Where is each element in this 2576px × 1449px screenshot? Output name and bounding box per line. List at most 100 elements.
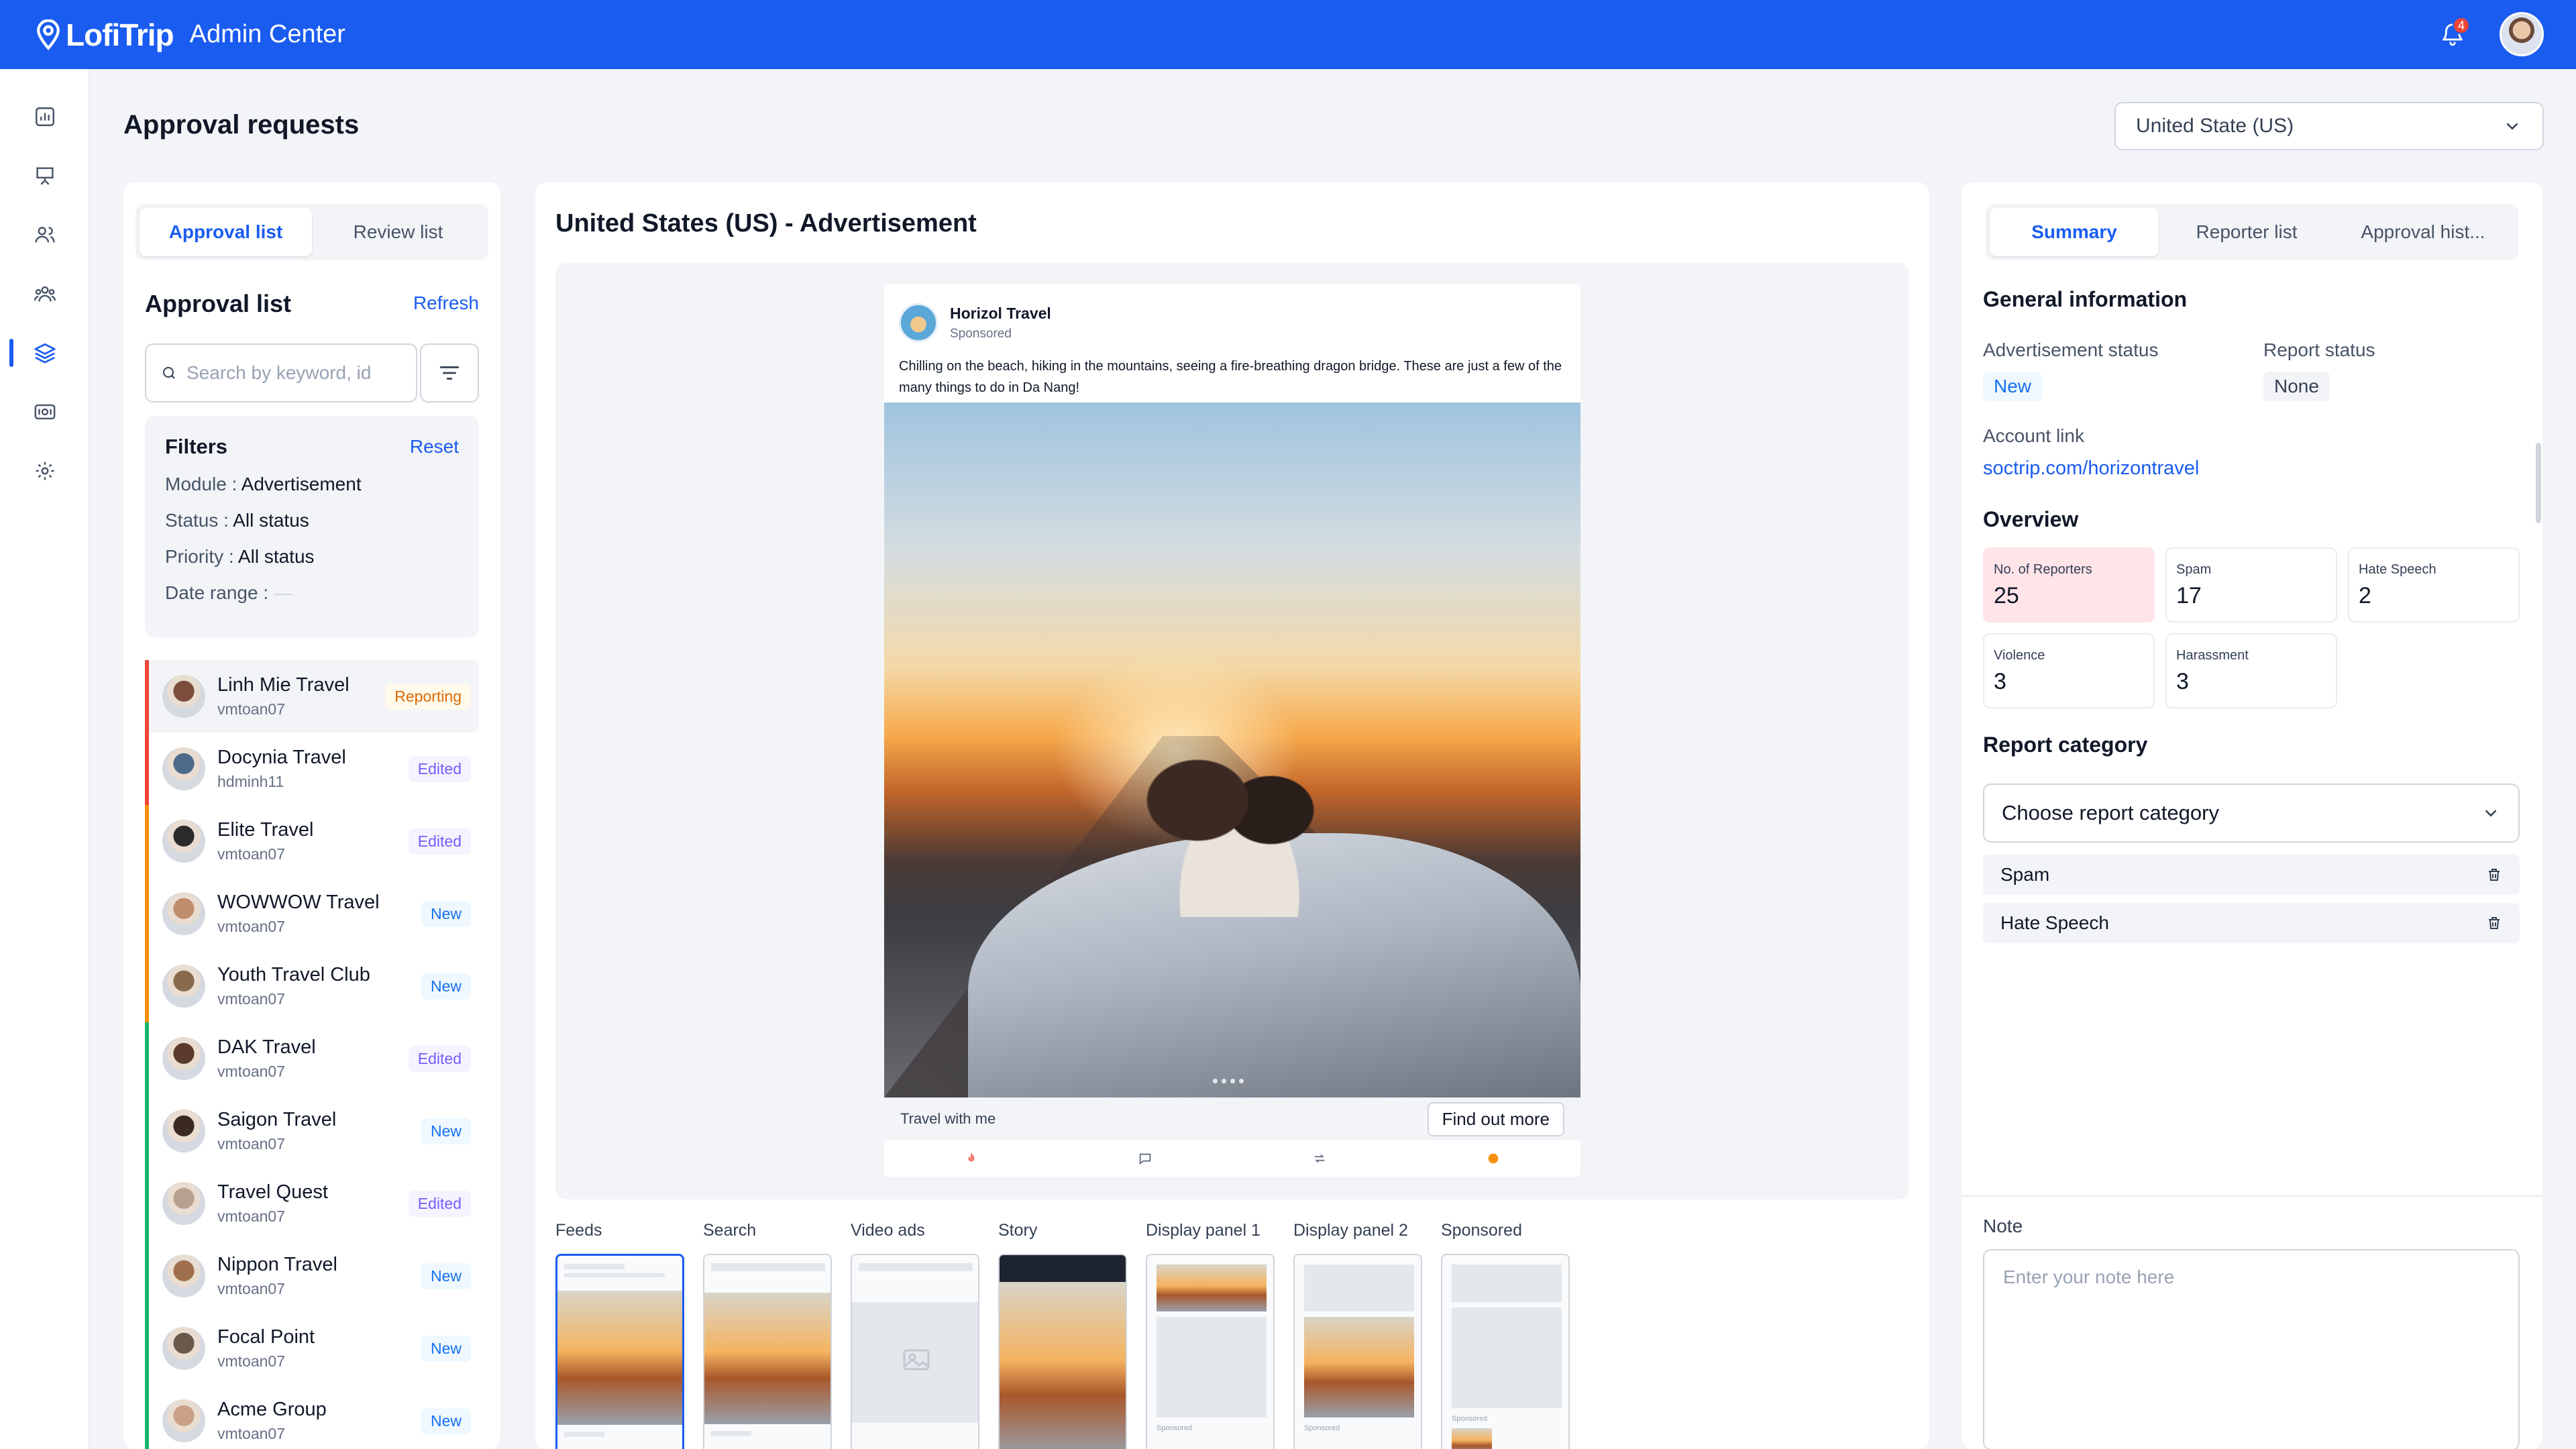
status-badge: Edited: [408, 828, 471, 855]
placement-label: Display panel 1: [1146, 1221, 1260, 1240]
thumbnail-search[interactable]: [703, 1254, 832, 1449]
list-item[interactable]: DAK Travel vmtoan07 Edited: [145, 1022, 479, 1095]
tab-approval-history[interactable]: Approval hist...: [2334, 208, 2512, 256]
note-label: Note: [1983, 1216, 2023, 1236]
carousel-dots[interactable]: [1213, 1079, 1244, 1083]
avatar: [162, 1182, 205, 1225]
country-select[interactable]: United State (US): [2114, 102, 2544, 150]
ad-status-label: Advertisement status: [1983, 339, 2159, 360]
ad-post: Horizol Travel Sponsored Chilling on the…: [884, 284, 1580, 1177]
placement-thumbnails: Feeds Search Video ads Story Display pan…: [555, 1221, 1570, 1449]
find-out-more-button[interactable]: Find out more: [1427, 1102, 1564, 1136]
item-name: Saigon Travel: [217, 1109, 337, 1130]
item-name: WOWWOW Travel: [217, 892, 380, 913]
trash-icon[interactable]: [2486, 915, 2502, 931]
overview-spam: Spam 17: [2165, 547, 2337, 623]
dashboard-icon[interactable]: [27, 99, 63, 135]
status-badge: Edited: [408, 1190, 471, 1217]
list-item[interactable]: Travel Quest vmtoan07 Edited: [145, 1167, 479, 1240]
side-nav: [0, 69, 90, 1449]
notifications-button[interactable]: 4: [2432, 14, 2473, 54]
item-username: vmtoan07: [217, 1352, 286, 1370]
filter-status: Status : All status: [165, 510, 309, 531]
advertiser-name: Horizol Travel: [950, 304, 1051, 322]
filter-priority: Priority : All status: [165, 546, 315, 567]
tab-reporter-list[interactable]: Reporter list: [2159, 208, 2334, 256]
sponsored-label: Sponsored: [950, 326, 1012, 341]
overview-reporters: No. of Reporters 25: [1983, 547, 2155, 623]
thumb-sponsored-label: Sponsored: [1157, 1424, 1193, 1432]
item-username: vmtoan07: [217, 990, 286, 1008]
users-icon[interactable]: [27, 217, 63, 253]
ad-preview-title: United States (US) - Advertisement: [555, 209, 977, 237]
list-tabs: Approval list Review list: [136, 204, 488, 260]
panel-scrollbar[interactable]: [2536, 443, 2541, 523]
list-item[interactable]: Acme Group vmtoan07 New: [145, 1385, 479, 1449]
list-item[interactable]: Linh Mie Travel vmtoan07 Reporting: [145, 660, 479, 733]
item-name: Nippon Travel: [217, 1254, 337, 1275]
tab-summary[interactable]: Summary: [1990, 208, 2159, 256]
ad-status-badge: New: [1983, 372, 2043, 401]
approval-items: Linh Mie Travel vmtoan07 Reporting Docynia …: [145, 660, 479, 1449]
list-item[interactable]: Youth Travel Club vmtoan07 New: [145, 950, 479, 1022]
item-name: DAK Travel: [217, 1036, 316, 1058]
avatar: [162, 1037, 205, 1080]
item-name: Acme Group: [217, 1399, 327, 1420]
thumbnail-display-panel-2[interactable]: Sponsored: [1293, 1254, 1422, 1449]
note-input[interactable]: [1983, 1249, 2520, 1449]
item-username: hdminh11: [217, 773, 284, 790]
thumbnail-story[interactable]: [998, 1254, 1127, 1449]
filter-lines-icon: [439, 366, 460, 380]
brand-logo: LofiTrip: [35, 17, 174, 53]
thumbnail-display-panel-1[interactable]: Sponsored: [1146, 1254, 1275, 1449]
status-badge: Edited: [408, 755, 471, 782]
list-item[interactable]: Docynia Travel hdminh11 Edited: [145, 733, 479, 805]
category-item: Spam: [1983, 855, 2520, 895]
gear-icon[interactable]: [27, 453, 63, 489]
status-badge: New: [421, 1407, 471, 1434]
tab-approval-list[interactable]: Approval list: [140, 208, 312, 256]
money-icon[interactable]: [27, 394, 63, 430]
filter-date-range: Date range : —: [165, 582, 292, 603]
list-item[interactable]: Nippon Travel vmtoan07 New: [145, 1240, 479, 1312]
comment-icon: [1140, 1153, 1151, 1165]
brand[interactable]: LofiTrip Admin Center: [35, 17, 345, 53]
report-status-badge: None: [2263, 372, 2330, 401]
refresh-link[interactable]: Refresh: [413, 292, 479, 314]
country-select-value: United State (US): [2136, 115, 2294, 137]
overview-hate-speech: Hate Speech 2: [2348, 547, 2520, 623]
placement-label: Feeds: [555, 1221, 602, 1240]
report-category-select[interactable]: Choose report category: [1983, 784, 2520, 843]
thumbnail-feeds[interactable]: [555, 1254, 684, 1449]
presentation-icon[interactable]: [27, 158, 63, 194]
status-badge: New: [421, 1335, 471, 1362]
post-text: Chilling on the beach, hiking in the mou…: [899, 359, 1562, 395]
preview-stage: Horizol Travel Sponsored Chilling on the…: [555, 263, 1909, 1199]
avatar: [162, 675, 205, 718]
approval-list-title: Approval list: [145, 290, 292, 317]
app-title: Admin Center: [189, 20, 345, 48]
trash-icon[interactable]: [2486, 867, 2502, 883]
thumbnail-video-ads[interactable]: [851, 1254, 979, 1449]
status-badge: New: [421, 1118, 471, 1144]
layers-icon[interactable]: [9, 335, 63, 371]
account-link[interactable]: soctrip.com/horizontravel: [1983, 458, 2199, 480]
item-name: Linh Mie Travel: [217, 674, 350, 696]
chevron-down-icon: [2485, 810, 2497, 817]
filter-button[interactable]: [420, 343, 479, 402]
reset-link[interactable]: Reset: [410, 436, 459, 458]
list-item[interactable]: Focal Point vmtoan07 New: [145, 1312, 479, 1385]
item-username: vmtoan07: [217, 1135, 286, 1152]
team-icon[interactable]: [27, 276, 63, 312]
thumbnail-sponsored[interactable]: Sponsored: [1441, 1254, 1570, 1449]
approval-list-panel: Approval list Review list Approval list …: [123, 182, 500, 1449]
search-input[interactable]: [186, 362, 401, 384]
tab-review-list[interactable]: Review list: [312, 208, 484, 256]
list-item[interactable]: Elite Travel vmtoan07 Edited: [145, 805, 479, 877]
reaction-icon: [1488, 1153, 1499, 1164]
user-avatar[interactable]: [2500, 12, 2544, 56]
search-icon: [163, 367, 175, 379]
item-username: vmtoan07: [217, 1208, 286, 1225]
list-item[interactable]: Saigon Travel vmtoan07 New: [145, 1095, 479, 1167]
list-item[interactable]: WOWWOW Travel vmtoan07 New: [145, 877, 479, 950]
